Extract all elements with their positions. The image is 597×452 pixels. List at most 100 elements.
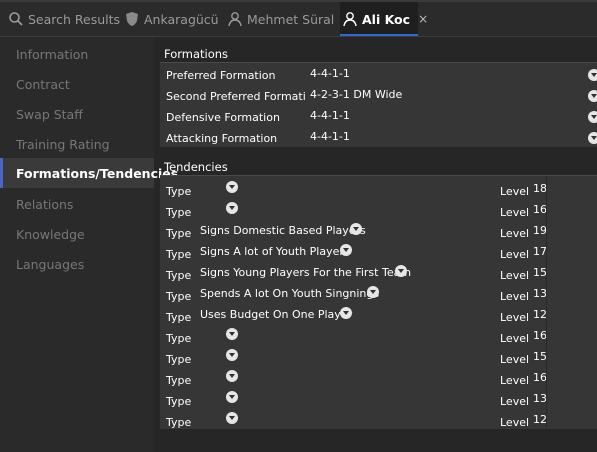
close-icon[interactable]: × [418, 12, 428, 26]
level-value: 17 [533, 245, 547, 258]
type-label: Type [166, 416, 192, 429]
sidebar-item-label: Information [16, 46, 89, 62]
dropdown-arrow-icon[interactable] [226, 328, 238, 343]
sidebar: Information Contract Swap Staff Training… [0, 37, 178, 452]
level-value: 18 [533, 182, 547, 195]
tendencies-panel: Type Level 18 Type Level 16 Type Signs Domestic… [160, 176, 597, 429]
formation-label: Second Preferred Formatio [166, 90, 306, 103]
main-content: Formations Preferred Formation 4-4-1-1 S… [160, 37, 597, 452]
type-label: Type [166, 227, 192, 240]
sidebar-item-knowledge[interactable]: Knowledge [0, 219, 154, 249]
dropdown-arrow-icon[interactable] [588, 90, 597, 105]
formations-panel: Preferred Formation 4-4-1-1 Second Prefe… [160, 63, 597, 147]
level-label: Level [500, 416, 530, 429]
formation-row-preferred[interactable]: Preferred Formation 4-4-1-1 [160, 65, 597, 86]
formation-label: Defensive Formation [166, 111, 280, 124]
level-value: 12 [533, 308, 547, 321]
level-value: 15 [533, 266, 547, 279]
tab-ali-koc[interactable]: Ali Koc × [340, 2, 428, 36]
level-label: Level [500, 395, 530, 408]
dropdown-arrow-icon[interactable] [226, 349, 238, 364]
level-value: 16 [533, 203, 547, 216]
tendency-row[interactable]: Type Uses Budget On One Player Level 12 [160, 306, 597, 327]
level-value: 13 [533, 287, 547, 300]
tendency-row[interactable]: Type Signs Domestic Based Players Level 19 [160, 222, 597, 243]
sidebar-item-label: Training Rating [16, 136, 110, 152]
type-label: Type [166, 290, 192, 303]
tab-label: Mehmet Süral [247, 11, 335, 27]
tab-label: Search Results [28, 11, 121, 27]
sidebar-item-contract[interactable]: Contract [0, 69, 154, 99]
dropdown-arrow-icon[interactable] [588, 132, 597, 147]
sidebar-item-formations-tendencies[interactable]: Formations/Tendencies [0, 158, 178, 188]
tendency-row[interactable]: Type Level 13 [160, 390, 597, 411]
level-value: 16 [533, 371, 547, 384]
dropdown-arrow-icon[interactable] [340, 307, 352, 322]
tab-search-results[interactable]: Search Results [8, 2, 120, 36]
sidebar-item-label: Knowledge [16, 226, 85, 242]
divider [546, 176, 547, 429]
tendency-row[interactable]: Type Level 16 [160, 327, 597, 348]
dropdown-arrow-icon[interactable] [226, 391, 238, 406]
sidebar-item-label: Contract [16, 76, 70, 92]
type-label: Type [166, 332, 192, 345]
sidebar-item-label: Relations [16, 196, 74, 212]
tendency-row[interactable]: Type Level 16 [160, 201, 597, 222]
level-label: Level [500, 227, 530, 240]
tab-mehmet-sural[interactable]: Mehmet Süral [227, 2, 334, 36]
tab-bar: Search Results Ankaragücü Mehmet Süral A… [0, 0, 597, 36]
sidebar-item-relations[interactable]: Relations [0, 189, 154, 219]
tab-ankaragucu[interactable]: Ankaragücü [124, 2, 219, 36]
tendency-row[interactable]: Type Level 12 [160, 411, 597, 432]
tendency-value: Uses Budget On One Player [200, 308, 353, 321]
dropdown-arrow-icon[interactable] [588, 69, 597, 84]
sidebar-item-training-rating[interactable]: Training Rating [0, 129, 154, 159]
level-value: 16 [533, 329, 547, 342]
type-label: Type [166, 206, 192, 219]
dropdown-arrow-icon[interactable] [588, 111, 597, 126]
tendency-row[interactable]: Type Level 16 [160, 369, 597, 390]
type-label: Type [166, 374, 192, 387]
tendency-row[interactable]: Type Level 15 [160, 348, 597, 369]
level-label: Level [500, 248, 530, 261]
shield-icon [124, 11, 140, 27]
sidebar-item-languages[interactable]: Languages [0, 249, 154, 279]
person-icon [342, 11, 358, 27]
tendency-row[interactable]: Type Level 18 [160, 180, 597, 201]
level-label: Level [500, 290, 530, 303]
formations-title: Formations [164, 47, 229, 61]
type-label: Type [166, 311, 192, 324]
dropdown-arrow-icon[interactable] [226, 202, 238, 217]
level-label: Level [500, 353, 530, 366]
type-label: Type [166, 395, 192, 408]
tendency-row[interactable]: Type Spends A lot On Youth Singnings Level… [160, 285, 597, 306]
tendency-row[interactable]: Type Signs Young Players For the First Te… [160, 264, 597, 285]
dropdown-arrow-icon[interactable] [395, 265, 407, 280]
type-label: Type [166, 353, 192, 366]
level-label: Level [500, 269, 530, 282]
dropdown-arrow-icon[interactable] [367, 286, 379, 301]
formation-label: Preferred Formation [166, 69, 276, 82]
dropdown-arrow-icon[interactable] [350, 223, 362, 238]
formation-row-second[interactable]: Second Preferred Formatio 4-2-3-1 DM Wid… [160, 86, 597, 107]
formation-value: 4-2-3-1 DM Wide [310, 88, 403, 101]
level-value: 12 [533, 413, 547, 426]
tendency-row[interactable]: Type Signs A lot of Youth Players Level 17 [160, 243, 597, 264]
formation-row-attacking[interactable]: Attacking Formation 4-4-1-1 [160, 128, 597, 149]
dropdown-arrow-icon[interactable] [226, 412, 238, 427]
level-value: 19 [533, 224, 547, 237]
type-label: Type [166, 248, 192, 261]
dropdown-arrow-icon[interactable] [226, 181, 238, 196]
formation-row-defensive[interactable]: Defensive Formation 4-4-1-1 [160, 107, 597, 128]
tab-label: Ankaragücü [144, 11, 219, 27]
dropdown-arrow-icon[interactable] [226, 370, 238, 385]
level-value: 15 [533, 350, 547, 363]
sidebar-item-swap-staff[interactable]: Swap Staff [0, 99, 154, 129]
sidebar-item-information[interactable]: Information [0, 39, 154, 69]
formation-value: 4-4-1-1 [310, 109, 350, 122]
tendencies-title: Tendencies [164, 160, 228, 174]
sidebar-item-label: Swap Staff [16, 106, 83, 122]
tendency-value: Signs Young Players For the First Team [200, 266, 412, 279]
dropdown-arrow-icon[interactable] [340, 244, 352, 259]
level-value: 13 [533, 392, 547, 405]
